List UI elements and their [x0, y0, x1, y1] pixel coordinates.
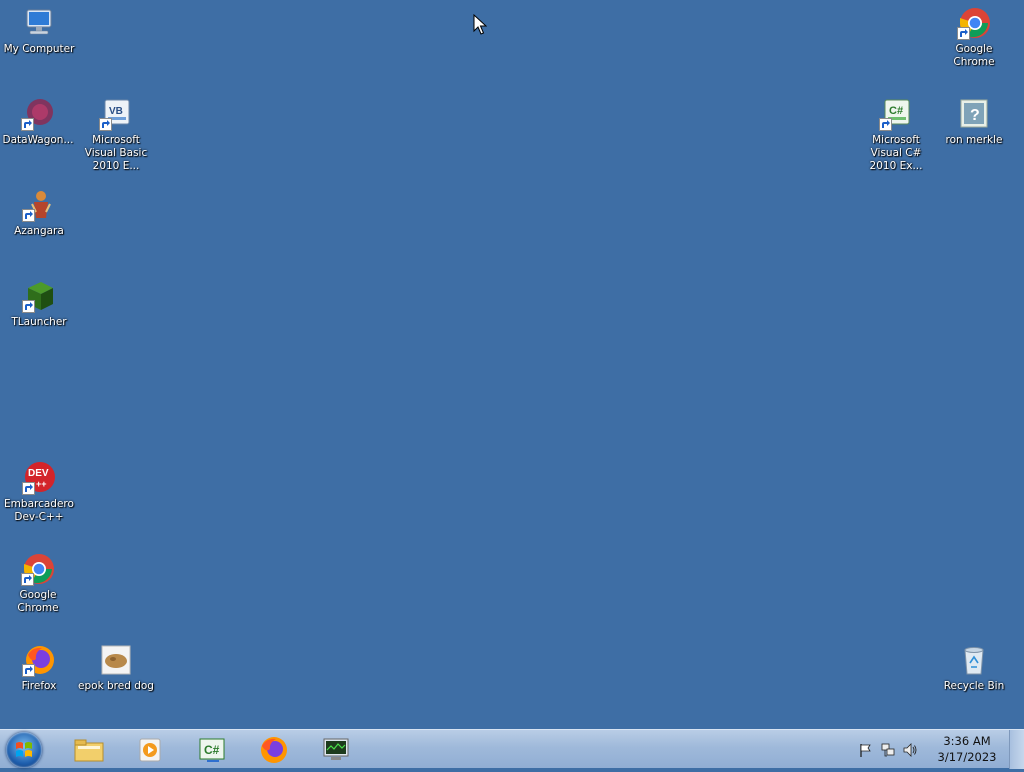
unknown-file-icon: ?	[957, 97, 991, 131]
desktop-icon-label: Google Chrome	[17, 589, 59, 614]
windows-logo-icon	[16, 742, 32, 757]
desktop-icon-label: Azangara	[14, 225, 64, 237]
desktop-icon-azangara[interactable]: Azangara	[0, 182, 78, 238]
taskbar: C# 3:36 AM 3/17/2023	[0, 729, 1024, 769]
shortcut-arrow-icon	[21, 118, 34, 131]
desktop-icon-recycle-bin[interactable]: Recycle Bin	[935, 637, 1013, 693]
svg-text:?: ?	[970, 107, 980, 124]
taskbar-network-monitor-button[interactable]	[316, 733, 356, 766]
file-explorer-icon	[74, 739, 104, 761]
desktop-icon-my-computer[interactable]: My Computer	[0, 0, 78, 56]
desktop-icon-label: ron merkle	[945, 134, 1003, 146]
desktop-icon-label: TLauncher	[11, 316, 67, 328]
visual-csharp-icon: C#	[879, 97, 913, 131]
firefox-icon	[261, 736, 287, 763]
svg-text:DEV: DEV	[28, 468, 49, 479]
desktop-icon-label: My Computer	[3, 43, 75, 55]
recycle-bin-icon	[957, 643, 991, 677]
taskbar-media-player-button[interactable]	[130, 733, 170, 766]
desktop-icon-label: DataWagon...	[2, 134, 74, 146]
computer-icon	[22, 6, 56, 40]
visual-csharp-icon: C#	[199, 738, 225, 762]
azangara-icon	[22, 188, 56, 222]
desktop-icon-tlauncher[interactable]: TLauncher	[0, 273, 78, 329]
chrome-icon	[957, 6, 991, 40]
shortcut-arrow-icon	[22, 664, 35, 677]
shortcut-arrow-icon	[21, 573, 34, 586]
taskbar-clock[interactable]: 3:36 AM 3/17/2023	[932, 733, 1002, 765]
desktop-icon-label: Google Chrome	[953, 43, 995, 68]
dev-cpp-icon: DEV ++	[22, 461, 56, 495]
system-tray: 3:36 AM 3/17/2023	[844, 730, 1024, 769]
shortcut-arrow-icon	[879, 118, 892, 131]
svg-text:VB: VB	[109, 106, 123, 117]
desktop-icon-google-chrome[interactable]: Google Chrome	[0, 546, 77, 615]
clock-date: 3/17/2023	[937, 750, 997, 764]
desktop-icon-visual-basic-2010[interactable]: VB Microsoft Visual Basic 2010 E...	[77, 91, 155, 173]
shortcut-arrow-icon	[22, 300, 35, 313]
desktop-icon-label: epok bred dog	[78, 680, 154, 692]
mouse-cursor-icon	[473, 13, 488, 40]
taskbar-file-explorer-button[interactable]	[69, 733, 109, 766]
image-file-icon	[99, 643, 133, 677]
desktop-icon-label: Microsoft Visual Basic 2010 E...	[84, 134, 148, 172]
desktop-icon-google-chrome-top[interactable]: Google Chrome	[935, 0, 1013, 69]
show-desktop-button[interactable]	[1009, 730, 1024, 769]
media-player-icon	[139, 738, 161, 761]
svg-text:C#: C#	[889, 105, 903, 117]
clock-time: 3:36 AM	[943, 734, 991, 748]
volume-icon[interactable]	[902, 742, 918, 758]
datawagon-icon	[21, 97, 55, 131]
taskbar-firefox-button[interactable]	[254, 733, 294, 766]
desktop-icon-datawagon[interactable]: DataWagon...	[0, 91, 77, 147]
shortcut-arrow-icon	[99, 118, 112, 131]
desktop-icon-label: Microsoft Visual C# 2010 Ex...	[869, 134, 923, 172]
shortcut-arrow-icon	[22, 482, 35, 495]
desktop[interactable]: My Computer DataWagon... VB Microsoft Vi…	[0, 0, 1024, 729]
action-center-flag-icon[interactable]	[858, 742, 874, 758]
network-monitor-icon	[323, 738, 349, 760]
desktop-icon-label: Firefox	[21, 680, 57, 692]
desktop-icon-firefox[interactable]: Firefox	[0, 637, 78, 693]
desktop-icon-epok-bred-dog[interactable]: epok bred dog	[77, 637, 155, 693]
desktop-icon-label: Embarcadero Dev-C++	[4, 498, 74, 523]
svg-text:C#: C#	[204, 743, 220, 757]
desktop-icon-ron-merkle[interactable]: ? ron merkle	[935, 91, 1013, 147]
desktop-icon-label: Recycle Bin	[943, 680, 1005, 692]
taskbar-visual-csharp-button[interactable]: C#	[192, 733, 232, 766]
desktop-icon-dev-cpp[interactable]: DEV ++ Embarcadero Dev-C++	[0, 455, 78, 524]
firefox-icon	[22, 643, 56, 677]
desktop-icon-visual-csharp-2010[interactable]: C# Microsoft Visual C# 2010 Ex...	[857, 91, 935, 173]
shortcut-arrow-icon	[22, 209, 35, 222]
shortcut-arrow-icon	[957, 27, 970, 40]
start-button[interactable]	[6, 732, 42, 768]
visual-basic-icon: VB	[99, 97, 133, 131]
chrome-icon	[21, 552, 55, 586]
svg-text:++: ++	[36, 479, 47, 489]
network-icon[interactable]	[880, 742, 896, 758]
tlauncher-grass-block-icon	[22, 279, 56, 313]
